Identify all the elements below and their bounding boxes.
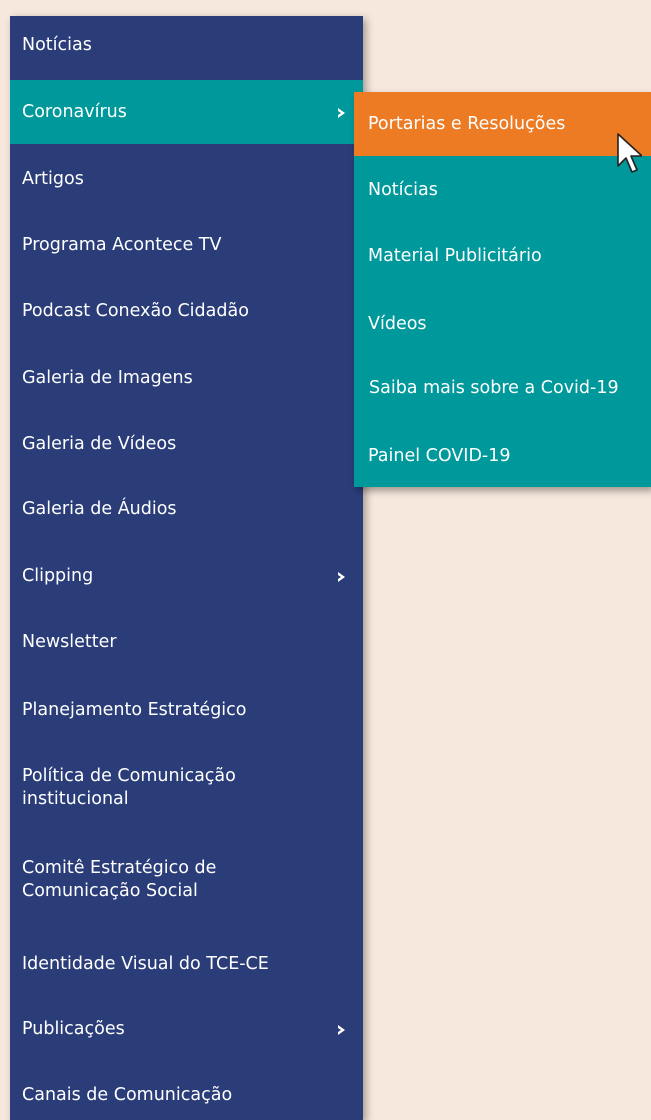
menu-item-clipping[interactable]: Clipping (10, 565, 363, 588)
submenu-item-label: Notícias (368, 180, 438, 200)
menu-item-label: Planejamento Estratégico (22, 700, 247, 720)
menu-item-label: Coronavírus (22, 102, 127, 122)
mouse-pointer-icon (617, 133, 642, 173)
submenu-item-saiba-mais-covid[interactable]: Saiba mais sobre a Covid-19 (354, 377, 651, 400)
submenu-item-label: Saiba mais sobre a Covid-19 (369, 378, 619, 398)
submenu-item-painel-covid[interactable]: Painel COVID-19 (354, 445, 651, 468)
main-menu: Notícias Coronavírus Artigos Programa Ac… (10, 16, 363, 1120)
menu-item-label: Podcast Conexão Cidadão (22, 301, 249, 321)
menu-item-label: Canais de Comunicação (22, 1085, 233, 1105)
menu-item-label: Galeria de Vídeos (22, 434, 177, 454)
menu-item-podcast[interactable]: Podcast Conexão Cidadão (10, 300, 363, 323)
coronavirus-submenu: Portarias e Resoluções Notícias Material… (354, 92, 651, 487)
submenu-item-label: Painel COVID-19 (368, 446, 511, 466)
chevron-right-icon (338, 572, 345, 582)
menu-item-comite-estrategico[interactable]: Comitê Estratégico de Comunicação Social (10, 857, 363, 903)
submenu-item-label: Material Publicitário (368, 246, 542, 266)
menu-item-label: Clipping (22, 566, 94, 586)
menu-item-label: Programa Acontece TV (22, 235, 222, 255)
submenu-item-label: Vídeos (368, 314, 427, 334)
menu-item-label: Artigos (22, 169, 84, 189)
menu-item-artigos[interactable]: Artigos (10, 168, 363, 191)
menu-item-galeria-audios[interactable]: Galeria de Áudios (10, 498, 363, 521)
menu-item-label: Comitê Estratégico de Comunicação Social (22, 858, 217, 901)
menu-item-label: Política de Comunicação institucional (22, 766, 236, 809)
submenu-item-portarias-resolucoes[interactable]: Portarias e Resoluções (354, 92, 651, 156)
menu-item-label: Newsletter (22, 632, 117, 652)
menu-item-identidade-visual[interactable]: Identidade Visual do TCE-CE (10, 953, 363, 976)
menu-item-label: Identidade Visual do TCE-CE (22, 954, 269, 974)
menu-item-galeria-videos[interactable]: Galeria de Vídeos (10, 433, 363, 456)
menu-item-label: Galeria de Imagens (22, 368, 193, 388)
submenu-item-noticias[interactable]: Notícias (354, 179, 651, 202)
menu-item-canais-comunicacao[interactable]: Canais de Comunicação (10, 1084, 363, 1107)
menu-item-programa-acontece-tv[interactable]: Programa Acontece TV (10, 234, 363, 257)
menu-item-label: Galeria de Áudios (22, 499, 177, 519)
submenu-item-material-publicitario[interactable]: Material Publicitário (354, 245, 651, 268)
menu-item-galeria-imagens[interactable]: Galeria de Imagens (10, 367, 363, 390)
menu-item-label: Publicações (22, 1019, 125, 1039)
menu-item-newsletter[interactable]: Newsletter (10, 631, 363, 654)
menu-item-planejamento-estrategico[interactable]: Planejamento Estratégico (10, 699, 363, 722)
chevron-right-icon (338, 1025, 345, 1035)
chevron-right-icon (338, 108, 345, 118)
menu-item-noticias[interactable]: Notícias (10, 34, 363, 57)
submenu-item-videos[interactable]: Vídeos (354, 313, 651, 336)
menu-item-label: Notícias (22, 35, 92, 55)
menu-item-politica-comunicacao[interactable]: Política de Comunicação institucional (10, 765, 363, 811)
menu-item-publicacoes[interactable]: Publicações (10, 1018, 363, 1041)
menu-item-coronavirus[interactable]: Coronavírus (10, 80, 363, 144)
submenu-item-label: Portarias e Resoluções (368, 114, 566, 134)
